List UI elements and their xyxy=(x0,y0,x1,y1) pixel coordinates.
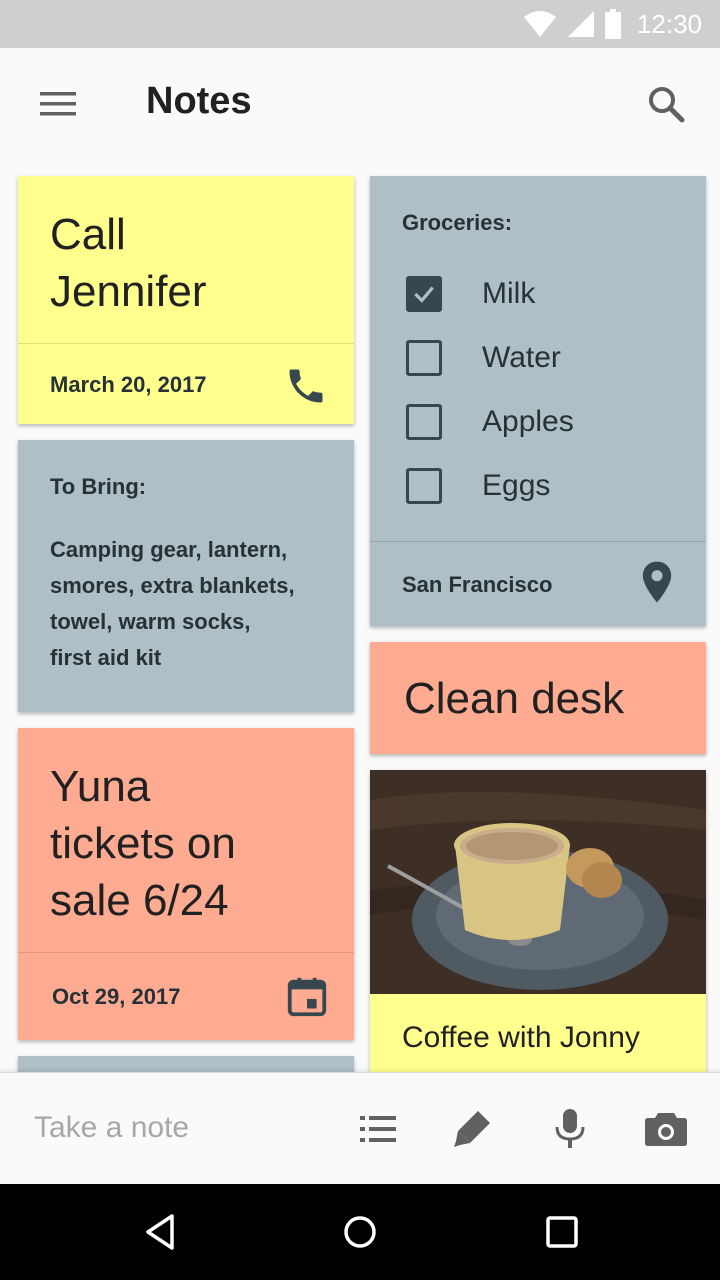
note-title: Yuna tickets on sale 6/24 xyxy=(50,762,236,925)
camera-icon[interactable] xyxy=(642,1105,690,1153)
app-bar: Notes xyxy=(0,48,720,160)
take-note-input[interactable]: Take a note xyxy=(34,1111,189,1145)
checkbox[interactable] xyxy=(406,468,442,504)
note-card-coffee[interactable]: Coffee with Jonny xyxy=(370,770,706,1072)
checklist-item-label: Water xyxy=(482,341,561,374)
note-card-partial[interactable] xyxy=(18,1056,354,1072)
checklist-item[interactable]: Eggs xyxy=(406,464,550,508)
search-icon[interactable] xyxy=(642,80,690,128)
note-title: Call Jennifer xyxy=(50,210,207,316)
note-date: Oct 29, 2017 xyxy=(52,984,181,1009)
checkmark-icon xyxy=(414,286,434,303)
note-card-call-jennifer[interactable]: Call Jennifer March 20, 2017 xyxy=(18,176,354,424)
note-card-to-bring[interactable]: To Bring: Camping gear, lantern, smores,… xyxy=(18,440,354,712)
checkbox[interactable] xyxy=(406,340,442,376)
checkbox[interactable] xyxy=(406,404,442,440)
pen-icon[interactable] xyxy=(448,1105,496,1153)
bottom-bar: Take a note xyxy=(0,1072,720,1184)
list-icon[interactable] xyxy=(354,1105,402,1153)
microphone-icon[interactable] xyxy=(546,1105,594,1153)
note-caption: Coffee with Jonny xyxy=(402,1021,640,1054)
note-body: Camping gear, lantern, smores, extra bla… xyxy=(50,537,295,670)
note-title: Clean desk xyxy=(404,674,625,723)
checklist-item-label: Milk xyxy=(482,277,536,310)
page-title: Notes xyxy=(146,80,252,122)
status-time: 12:30 xyxy=(636,8,702,39)
home-icon[interactable] xyxy=(336,1208,384,1256)
note-card-yuna-tickets[interactable]: Yuna tickets on sale 6/24 Oct 29, 2017 xyxy=(18,728,354,1040)
status-bar: 12:30 xyxy=(0,0,720,48)
calendar-icon[interactable] xyxy=(284,974,330,1020)
note-date: March 20, 2017 xyxy=(50,372,207,397)
system-nav-bar xyxy=(0,1184,720,1280)
checklist-item[interactable]: Apples xyxy=(406,400,574,444)
coffee-cup-photo xyxy=(370,770,706,994)
wifi-icon xyxy=(523,11,556,37)
battery-icon xyxy=(604,9,621,39)
notes-grid: Call Jennifer March 20, 2017 To Bring: C… xyxy=(0,160,720,1072)
note-location: San Francisco xyxy=(402,572,553,597)
checkbox-checked[interactable] xyxy=(406,276,442,312)
menu-icon[interactable] xyxy=(34,84,82,124)
checklist-item[interactable]: Water xyxy=(406,336,561,380)
checklist-item[interactable]: Milk xyxy=(406,272,535,316)
note-card-clean-desk[interactable]: Clean desk xyxy=(370,642,706,754)
recents-icon[interactable] xyxy=(538,1208,586,1256)
phone-icon[interactable] xyxy=(284,364,328,408)
location-pin-icon[interactable] xyxy=(638,560,676,604)
back-icon[interactable] xyxy=(136,1208,184,1256)
checklist-item-label: Apples xyxy=(482,405,574,438)
checklist-item-label: Eggs xyxy=(482,469,551,502)
note-heading: Groceries: xyxy=(402,210,513,235)
note-card-groceries[interactable]: Groceries: Milk Water Apples Eggs San Fr… xyxy=(370,176,706,626)
note-heading: To Bring: xyxy=(50,474,147,499)
signal-icon xyxy=(567,11,594,37)
